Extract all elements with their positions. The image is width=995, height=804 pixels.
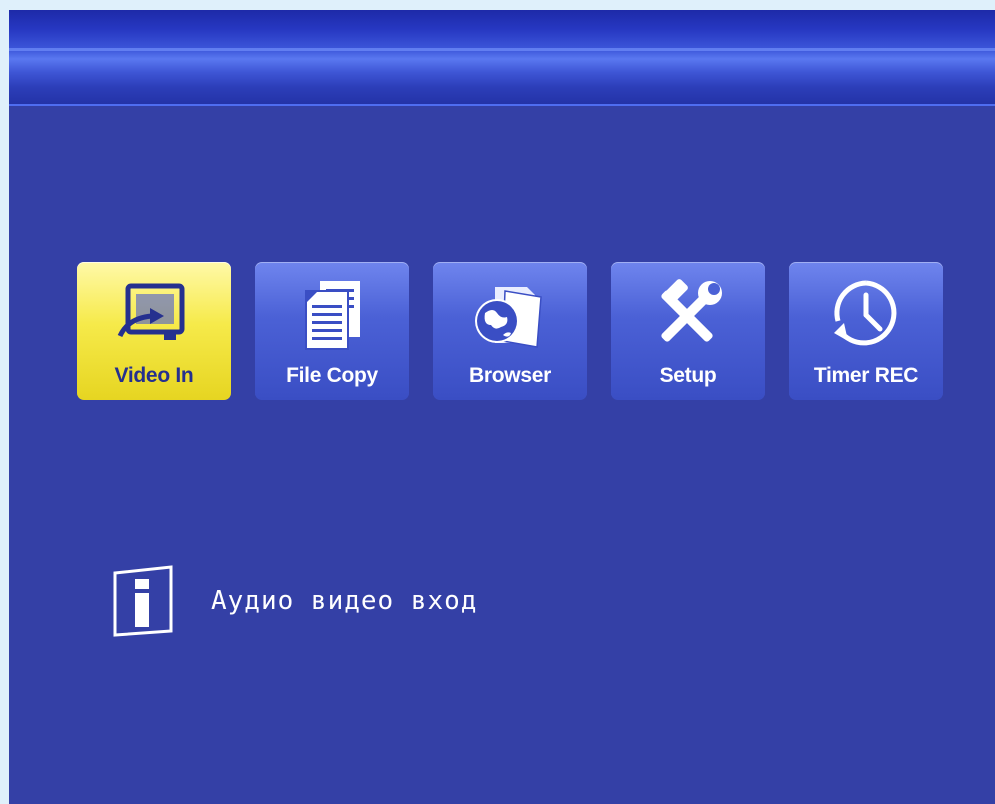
menu-item-label: Timer REC bbox=[813, 364, 919, 387]
info-description: Аудио видео вход bbox=[211, 586, 478, 616]
menu-item-label: Setup bbox=[659, 364, 717, 387]
menu-item-file-copy[interactable]: File Copy bbox=[255, 262, 409, 400]
menu-item-setup[interactable]: Setup bbox=[611, 262, 765, 400]
menu-item-label: File Copy bbox=[286, 364, 378, 387]
setup-icon bbox=[611, 272, 765, 358]
tv-screen: Video In File Copy Browser Setup Timer R… bbox=[9, 10, 995, 804]
menu-item-browser[interactable]: Browser bbox=[433, 262, 587, 400]
menu-item-video-in[interactable]: Video In bbox=[77, 262, 231, 400]
video-in-icon bbox=[77, 272, 231, 358]
browser-icon bbox=[433, 272, 587, 358]
menu-item-label: Video In bbox=[114, 364, 194, 387]
menu-item-label: Browser bbox=[469, 364, 551, 387]
menu-item-timer-rec[interactable]: Timer REC bbox=[789, 262, 943, 400]
info-panel: Аудио видео вход bbox=[109, 565, 477, 637]
info-icon bbox=[113, 565, 173, 637]
top-header-bar bbox=[9, 10, 995, 106]
header-highlight-line bbox=[9, 48, 995, 51]
main-menu: Video In File Copy Browser Setup Timer R… bbox=[77, 262, 943, 400]
timer-rec-icon bbox=[789, 272, 943, 358]
file-copy-icon bbox=[255, 272, 409, 358]
